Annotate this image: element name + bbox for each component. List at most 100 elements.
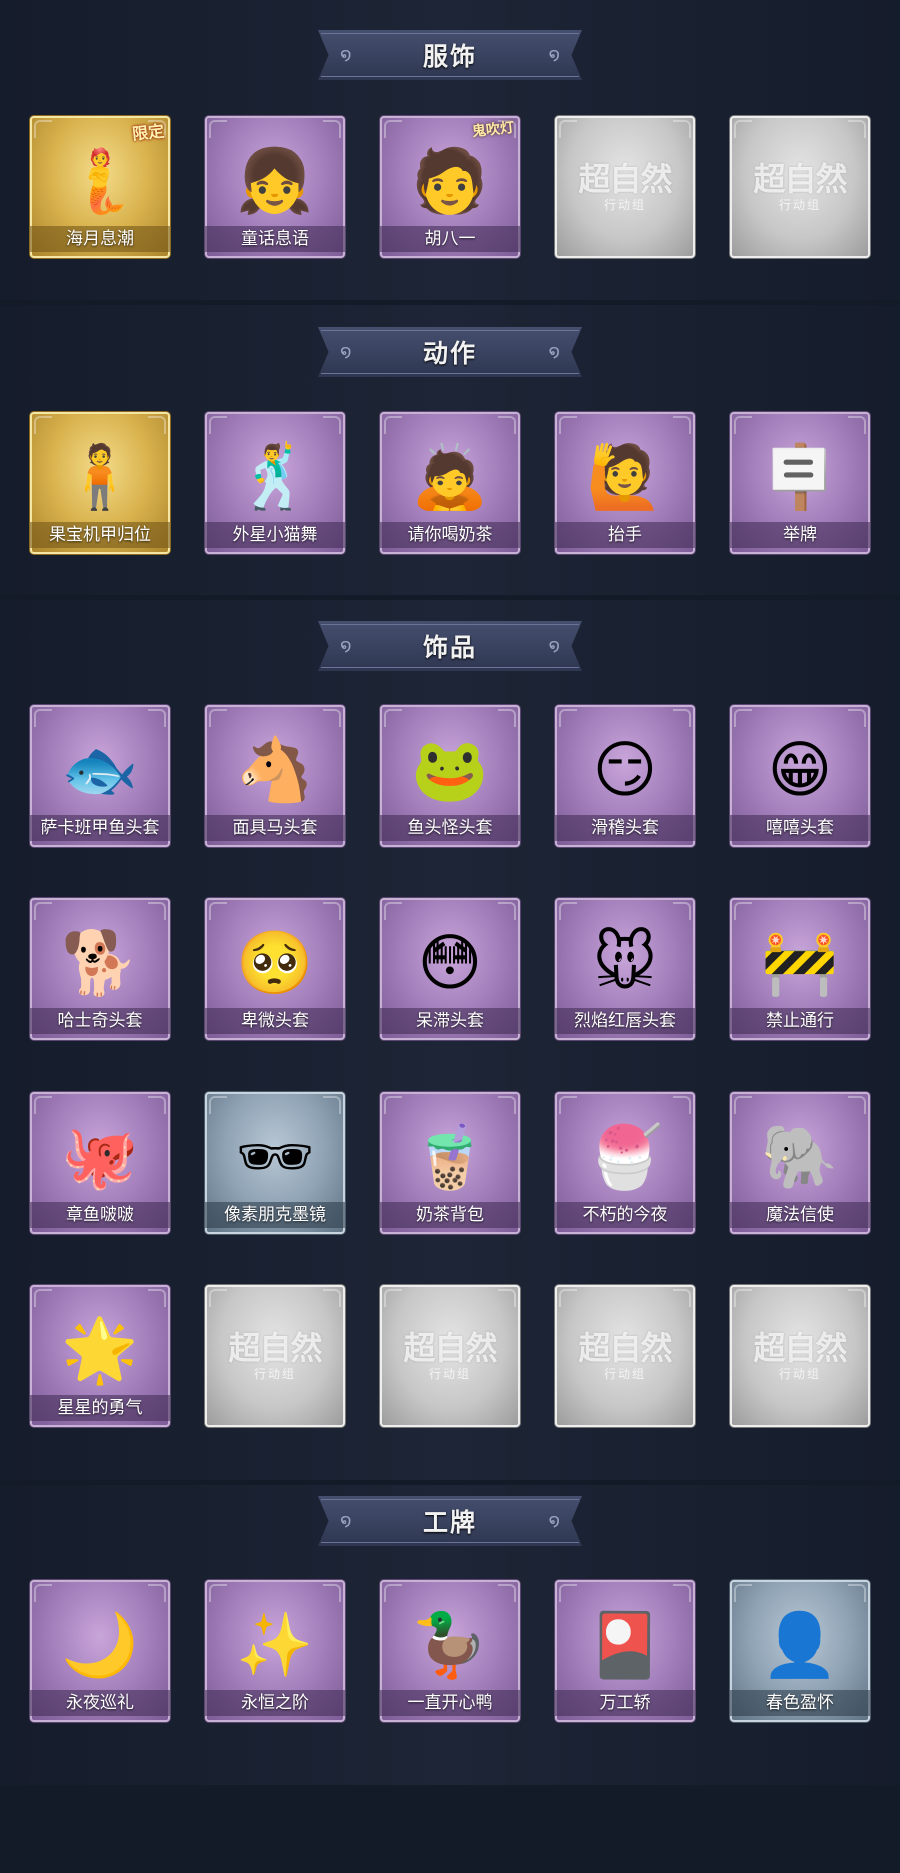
card-corner-ornament — [148, 1289, 166, 1307]
card-corner-ornament — [384, 1096, 402, 1114]
card-label: 万工轿 — [555, 1690, 695, 1716]
badge-card-1[interactable]: 🌙 永夜巡礼 — [30, 1580, 170, 1722]
accessory-card-r3-1[interactable]: 🐙 章鱼啵啵 — [30, 1092, 170, 1234]
card-corner-ornament — [848, 120, 866, 138]
card-corner-ornament — [384, 709, 402, 727]
dessert-cat-icon: 🍧 — [586, 1120, 664, 1194]
badge-card-3[interactable]: 🦆 一直开心鸭 — [380, 1580, 520, 1722]
card-label: 滑稽头套 — [555, 815, 695, 841]
locked-slot-watermark: 超自然 — [578, 1329, 672, 1367]
card-corner-ornament — [148, 709, 166, 727]
card-corner-ornament — [323, 1289, 341, 1307]
locked-slot-watermark-sub: 行动组 — [253, 1367, 296, 1381]
badge-card-5[interactable]: 👤 春色盈怀 — [730, 1580, 870, 1722]
accessory-card-r2-3[interactable]: 😳 呆滞头套 — [380, 898, 520, 1040]
card-corner-ornament — [34, 416, 52, 434]
locked-slot-watermark: 超自然 — [753, 1329, 847, 1367]
locked-slot-watermark-sub: 行动组 — [778, 198, 821, 212]
card-corner-ornament — [148, 416, 166, 434]
card-label: 嘻嘻头套 — [730, 815, 870, 841]
card-corner-ornament — [848, 902, 866, 920]
accessory-card-r1-5[interactable]: 😁 嘻嘻头套 — [730, 705, 870, 847]
grin-face-icon: 😁 — [767, 733, 833, 807]
card-corner-ornament — [498, 1289, 516, 1307]
badge-card-4[interactable]: 🎴 万工轿 — [555, 1580, 695, 1722]
item-tag-badge: 限定 — [131, 121, 166, 144]
sedan-card-icon: 🎴 — [586, 1608, 664, 1682]
card-corner-ornament — [673, 1289, 691, 1307]
action-card-4[interactable]: 🙋 抬手 — [555, 412, 695, 554]
card-corner-ornament — [384, 416, 402, 434]
clothing-card-3[interactable]: 🧑 鬼吹灯 胡八一 — [380, 116, 520, 258]
accessory-card-r3-3[interactable]: 🧋 奶茶背包 — [380, 1092, 520, 1234]
card-label: 卑微头套 — [205, 1008, 345, 1034]
card-corner-ornament — [34, 1289, 52, 1307]
card-label: 章鱼啵啵 — [30, 1202, 170, 1228]
badge-card-2[interactable]: ✨ 永恒之阶 — [205, 1580, 345, 1722]
card-corner-ornament — [209, 1289, 227, 1307]
accessory-card-r1-4[interactable]: 😏 滑稽头套 — [555, 705, 695, 847]
accessory-card-r4-2[interactable]: 超自然 行动组 — [205, 1285, 345, 1427]
action-card-5[interactable]: 🪧 举牌 — [730, 412, 870, 554]
card-corner-ornament — [673, 1584, 691, 1602]
action-card-3[interactable]: 🙇 请你喝奶茶 — [380, 412, 520, 554]
accessory-card-r3-5[interactable]: 🐘 魔法信使 — [730, 1092, 870, 1234]
accessory-card-r1-1[interactable]: 🐟 萨卡班甲鱼头套 — [30, 705, 170, 847]
card-corner-ornament — [734, 120, 752, 138]
clothing-card-1[interactable]: 🧜 限定 海月息潮 — [30, 116, 170, 258]
pixel-sunglasses-icon: 🕶 — [235, 1120, 315, 1194]
accessory-card-r4-4[interactable]: 超自然 行动组 — [555, 1285, 695, 1427]
action-card-2[interactable]: 🕺 外星小猫舞 — [205, 412, 345, 554]
pose-figure-icon: 🧍 — [61, 440, 139, 514]
card-corner-ornament — [559, 120, 577, 138]
card-corner-ornament — [323, 416, 341, 434]
card-corner-ornament — [34, 1584, 52, 1602]
accessory-card-r2-2[interactable]: 🥺 卑微头套 — [205, 898, 345, 1040]
light-card-icon: ✨ — [236, 1608, 314, 1682]
card-label: 像素朋克墨镜 — [205, 1202, 345, 1228]
card-corner-ornament — [148, 1584, 166, 1602]
section-header-clothing: ໑ 服饰 ໑ — [318, 30, 582, 80]
card-label: 不朽的今夜 — [555, 1202, 695, 1228]
locked-slot-watermark: 超自然 — [578, 160, 672, 198]
locked-slot-watermark-sub: 行动组 — [778, 1367, 821, 1381]
card-corner-ornament — [498, 902, 516, 920]
action-card-1[interactable]: 🧍 果宝机甲归位 — [30, 412, 170, 554]
card-label: 面具马头套 — [205, 815, 345, 841]
locked-slot-watermark: 超自然 — [403, 1329, 497, 1367]
card-corner-ornament — [559, 709, 577, 727]
card-corner-ornament — [559, 1289, 577, 1307]
card-label: 胡八一 — [380, 226, 520, 252]
accessory-card-r2-4[interactable]: 🐭 烈焰红唇头套 — [555, 898, 695, 1040]
accessory-card-r4-3[interactable]: 超自然 行动组 — [380, 1285, 520, 1427]
clothing-card-5[interactable]: 超自然 行动组 — [730, 116, 870, 258]
swirl-left-icon: ໑ — [340, 1510, 352, 1531]
fish-head-icon: 🐟 — [61, 733, 139, 807]
card-corner-ornament — [34, 902, 52, 920]
locked-slot-watermark-sub: 行动组 — [603, 198, 646, 212]
boy-portrait-icon: 🧑 — [411, 144, 489, 218]
accessory-card-r1-2[interactable]: 🐴 面具马头套 — [205, 705, 345, 847]
swirl-right-icon: ໑ — [548, 341, 560, 362]
clothing-card-2[interactable]: 👧 童话息语 — [205, 116, 345, 258]
card-corner-ornament — [848, 709, 866, 727]
card-corner-ornament — [498, 1096, 516, 1114]
accessory-card-r2-1[interactable]: 🐕 哈士奇头套 — [30, 898, 170, 1040]
pikachu-head-icon: 🐭 — [592, 926, 658, 1000]
accessory-card-r1-3[interactable]: 🐸 鱼头怪头套 — [380, 705, 520, 847]
accessory-card-r4-5[interactable]: 超自然 行动组 — [730, 1285, 870, 1427]
card-corner-ornament — [34, 120, 52, 138]
clothing-card-4[interactable]: 超自然 行动组 — [555, 116, 695, 258]
swirl-right-icon: ໑ — [548, 1510, 560, 1531]
card-label: 呆滞头套 — [380, 1008, 520, 1034]
horse-head-icon: 🐴 — [236, 733, 314, 807]
accessory-card-r2-5[interactable]: 🚧 禁止通行 — [730, 898, 870, 1040]
section-header-accessories: ໑ 饰品 ໑ — [318, 621, 582, 671]
accessory-card-r4-1[interactable]: 🌟 星星的勇气 — [30, 1285, 170, 1427]
accessory-card-r3-4[interactable]: 🍧 不朽的今夜 — [555, 1092, 695, 1234]
card-corner-ornament — [209, 902, 227, 920]
card-label: 魔法信使 — [730, 1202, 870, 1228]
card-label: 海月息潮 — [30, 226, 170, 252]
card-corner-ornament — [498, 709, 516, 727]
accessory-card-r3-2[interactable]: 🕶 像素朋克墨镜 — [205, 1092, 345, 1234]
